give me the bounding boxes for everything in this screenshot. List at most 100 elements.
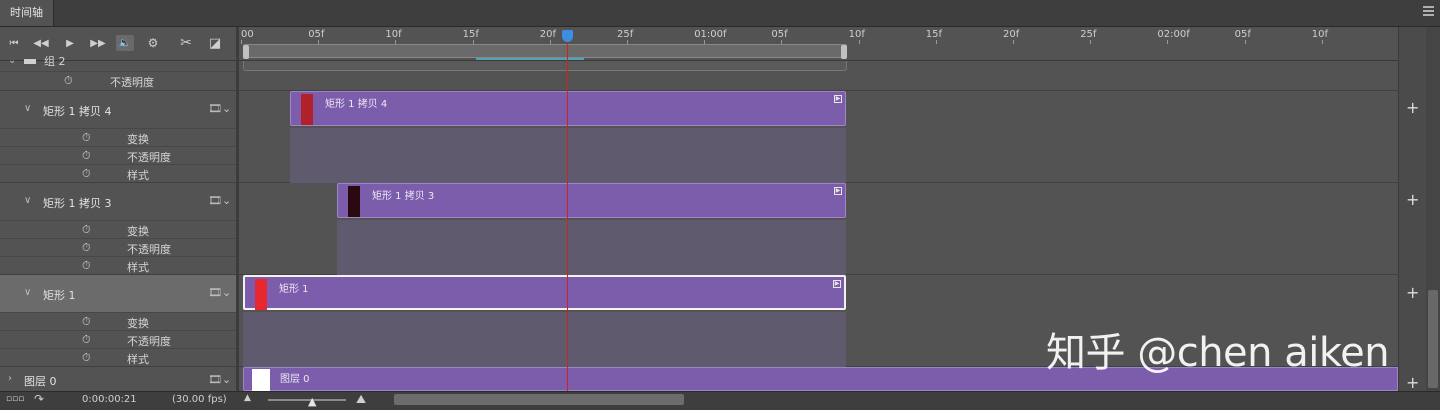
layer-group-2[interactable]: ⌄ 组 2 ⏱ 不透明度 xyxy=(0,55,236,91)
chevron-right-icon[interactable]: › xyxy=(8,373,12,384)
playhead-handle[interactable] xyxy=(562,30,573,42)
property-row: ⏱ 不透明度 xyxy=(0,238,236,257)
film-dropdown-icon[interactable]: 🎞⌄ xyxy=(208,102,231,115)
ruler-tick-label: 25f xyxy=(617,29,634,40)
ruler-tick-mark xyxy=(1244,40,1246,44)
playback-toolbar: ⏮ ◀◀ ▶ ▶▶ 🔈 ⚙ ✂ ◪ xyxy=(0,27,236,61)
tab-timeline[interactable]: 时间轴 xyxy=(0,0,54,26)
layer-name: 矩形 1 拷贝 4 xyxy=(43,105,112,118)
track-copy-4: 矩形 1 拷贝 4 ▶ xyxy=(239,91,1398,183)
group-folder-icon xyxy=(24,59,36,64)
add-media-plus-icon[interactable]: + xyxy=(1406,190,1419,209)
previous-frame-icon[interactable]: ◀◀ xyxy=(32,35,50,51)
ruler-tick-label: 02:00f xyxy=(1157,29,1190,40)
ruler-tick-label: 20f xyxy=(1003,29,1020,40)
render-video-icon[interactable]: ↷ xyxy=(34,392,44,406)
vertical-scroll-thumb[interactable] xyxy=(1428,290,1438,388)
ruler-tick-label: 00 xyxy=(241,29,254,40)
property-row: ⏱ 样式 xyxy=(0,348,236,367)
play-icon[interactable]: ▶ xyxy=(61,35,79,51)
ruler-tick-label: 05f xyxy=(1234,29,1251,40)
clip-thumbnail xyxy=(348,186,360,217)
ruler-tick-label: 25f xyxy=(1080,29,1097,40)
add-media-plus-icon[interactable]: + xyxy=(1406,98,1419,117)
go-to-first-frame-icon[interactable]: ⏮ xyxy=(5,35,23,51)
clip-copy-3[interactable]: 矩形 1 拷贝 3 ▶ xyxy=(337,183,846,218)
property-label: 不透明度 xyxy=(110,76,154,89)
next-frame-icon[interactable]: ▶▶ xyxy=(89,35,107,51)
property-row: ⏱ 不透明度 xyxy=(0,71,236,90)
clip-copy-4[interactable]: 矩形 1 拷贝 4 ▶ xyxy=(290,91,846,126)
ruler-tick-mark xyxy=(1167,40,1169,44)
stopwatch-icon[interactable]: ⏱ xyxy=(82,315,91,329)
property-row: ⏱ 不透明度 xyxy=(0,330,236,349)
layer-name: 图层 0 xyxy=(24,375,57,388)
ruler-tick-label: 05f xyxy=(771,29,788,40)
panel-header xyxy=(0,0,1440,27)
layer-copy-4[interactable]: ∨ 矩形 1 拷贝 4 🎞⌄ ⏱ 变换 ⏱ 不透明度 ⏱ 样式 xyxy=(0,91,236,183)
track-copy-3: 矩形 1 拷贝 3 ▶ xyxy=(239,183,1398,275)
work-area-start-handle[interactable] xyxy=(243,45,249,59)
stopwatch-icon[interactable]: ⏱ xyxy=(64,74,73,88)
zoom-in-icon[interactable]: ⛰ xyxy=(356,392,366,407)
stopwatch-icon[interactable]: ⏱ xyxy=(82,351,91,365)
stopwatch-icon[interactable]: ⏱ xyxy=(82,149,91,163)
property-row: ⏱ 变换 xyxy=(0,128,236,147)
stopwatch-icon[interactable]: ⏱ xyxy=(82,131,91,145)
zoom-slider-track[interactable] xyxy=(268,399,346,401)
clip-end-arrow-icon[interactable]: ▶ xyxy=(834,95,842,103)
clip-thumbnail xyxy=(301,94,313,125)
zoom-out-icon[interactable]: ▲ xyxy=(244,393,251,403)
clip-thumbnail xyxy=(255,279,267,310)
chevron-down-icon[interactable]: ∨ xyxy=(24,103,31,114)
stopwatch-icon[interactable]: ⏱ xyxy=(82,223,91,237)
playhead-line xyxy=(567,42,568,391)
chevron-down-icon[interactable]: ⌄ xyxy=(8,55,16,66)
horizontal-scroll-thumb[interactable] xyxy=(394,394,684,405)
property-row: ⏱ 不透明度 xyxy=(0,146,236,165)
split-scissors-icon[interactable]: ✂ xyxy=(177,35,195,51)
transition-icon[interactable]: ◪ xyxy=(206,35,224,51)
stopwatch-icon[interactable]: ⏱ xyxy=(82,259,91,273)
work-area-end-handle[interactable] xyxy=(841,45,847,59)
clip-end-arrow-icon[interactable]: ▶ xyxy=(833,280,841,288)
ruler-tick-mark xyxy=(858,40,860,44)
layer-rect-1[interactable]: ∨ 矩形 1 🎞⌄ ⏱ 变换 ⏱ 不透明度 ⏱ 样式 xyxy=(0,275,236,367)
layer-name: 矩形 1 拷贝 3 xyxy=(43,197,112,210)
add-media-plus-icon[interactable]: + xyxy=(1406,283,1419,302)
settings-gear-icon[interactable]: ⚙ xyxy=(144,35,162,51)
panel-menu-icon[interactable] xyxy=(1423,6,1434,18)
ruler-tick-mark xyxy=(1013,40,1014,44)
zoom-slider-thumb[interactable]: ▲ xyxy=(308,395,316,408)
ruler-tick-mark xyxy=(1090,40,1092,44)
ruler-tick-label: 15f xyxy=(462,29,479,40)
ruler-tick-label: 05f xyxy=(308,29,325,40)
chevron-down-icon[interactable]: ∨ xyxy=(24,287,31,298)
stopwatch-icon[interactable]: ⏱ xyxy=(82,167,91,181)
film-dropdown-icon[interactable]: 🎞⌄ xyxy=(208,194,231,207)
audio-toggle-icon[interactable]: 🔈 xyxy=(116,35,134,51)
add-media-column xyxy=(1398,27,1427,391)
property-row: ⏱ 变换 xyxy=(0,220,236,239)
clip-rect-1[interactable]: 矩形 1 ▶ xyxy=(243,275,846,310)
frame-mode-icon[interactable]: ▫▫▫ xyxy=(6,394,24,404)
stopwatch-icon[interactable]: ⏱ xyxy=(82,333,91,347)
layer-name: 矩形 1 xyxy=(43,289,76,302)
film-dropdown-icon[interactable]: 🎞⌄ xyxy=(208,286,231,299)
property-row: ⏱ 样式 xyxy=(0,256,236,275)
work-area-bar[interactable] xyxy=(243,44,847,59)
ruler-tick-label: 10f xyxy=(1311,29,1329,40)
layer-0[interactable]: › 图层 0 🎞⌄ xyxy=(0,367,236,391)
ruler-tick-mark xyxy=(935,40,937,44)
ruler-tick-label: 10f xyxy=(385,29,402,40)
ruler-tick-label: 15f xyxy=(925,29,943,40)
stopwatch-icon[interactable]: ⏱ xyxy=(82,241,91,255)
clip-end-arrow-icon[interactable]: ▶ xyxy=(834,187,842,195)
add-media-plus-icon[interactable]: + xyxy=(1406,373,1419,392)
ruler-tick-label: 01:00f xyxy=(694,29,727,40)
ruler-tick-label: 20f xyxy=(539,29,557,40)
chevron-down-icon[interactable]: ∨ xyxy=(24,195,31,206)
layer-copy-3[interactable]: ∨ 矩形 1 拷贝 3 🎞⌄ ⏱ 变换 ⏱ 不透明度 ⏱ 样式 xyxy=(0,183,236,275)
track-group-2 xyxy=(239,61,1398,91)
film-dropdown-icon[interactable]: 🎞⌄ xyxy=(208,373,231,386)
